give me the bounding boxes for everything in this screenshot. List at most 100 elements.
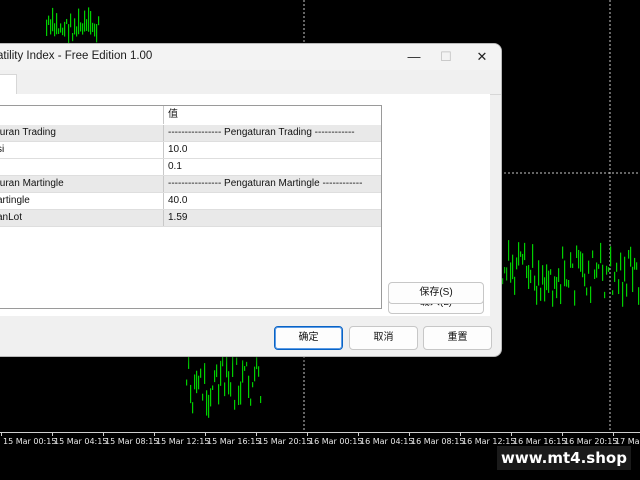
candle — [532, 244, 534, 268]
time-axis-label: 15 Mar 08:15 — [105, 437, 159, 446]
candle — [232, 355, 234, 377]
param-value[interactable]: 10.0 — [166, 142, 381, 158]
candle — [206, 390, 208, 416]
candle — [64, 21, 66, 37]
time-axis-label: 16 Mar 16:15 — [513, 437, 567, 446]
title-bar[interactable]: atility Index - Free Edition 1.00 — ☐ ✕ — [0, 44, 501, 70]
indicator-properties-dialog: atility Index - Free Edition 1.00 — ☐ ✕ … — [0, 43, 502, 357]
candle — [230, 382, 232, 397]
candle — [70, 13, 72, 28]
candle — [502, 278, 504, 285]
candle — [568, 279, 570, 288]
candle — [58, 28, 60, 34]
candle — [252, 382, 254, 388]
candle — [254, 366, 256, 382]
candle — [638, 287, 640, 305]
candle — [62, 27, 64, 36]
time-tick — [307, 432, 308, 436]
candle — [602, 264, 604, 281]
candle — [82, 23, 84, 35]
candle — [256, 357, 258, 370]
minimize-icon[interactable]: — — [399, 44, 429, 70]
param-value[interactable]: ---------------- Pengaturan Trading ----… — [166, 125, 381, 141]
candle — [60, 23, 62, 33]
candle — [608, 267, 610, 272]
param-name: si — [0, 142, 164, 158]
candle — [536, 285, 538, 305]
candle — [512, 254, 514, 280]
candle — [228, 371, 230, 395]
candle — [612, 290, 614, 295]
time-axis-label: 16 Mar 00:15 — [309, 437, 363, 446]
candle — [74, 18, 76, 35]
time-tick — [562, 432, 563, 436]
tab-strip — [0, 72, 501, 95]
time-tick — [52, 432, 53, 436]
candle — [622, 281, 624, 307]
candle — [560, 284, 562, 305]
candle — [210, 388, 212, 407]
candle — [616, 262, 618, 272]
time-tick — [256, 432, 257, 436]
candle — [592, 250, 594, 259]
close-icon[interactable]: ✕ — [467, 44, 497, 70]
param-name: artingle — [0, 193, 164, 209]
table-row[interactable]: si 10.0 — [0, 142, 381, 159]
param-value[interactable]: 40.0 — [166, 193, 381, 209]
save-button[interactable]: 保存(S) — [388, 282, 484, 304]
param-value[interactable]: 0.1 — [166, 159, 381, 175]
candle — [524, 242, 526, 261]
candle — [46, 19, 48, 36]
time-axis-label: 16 Mar 20:15 — [564, 437, 618, 446]
param-value[interactable]: 1.59 — [166, 210, 381, 226]
candle — [80, 22, 82, 32]
time-tick — [460, 432, 461, 436]
tab-inputs[interactable] — [0, 74, 17, 95]
candle — [584, 273, 586, 287]
table-row[interactable]: anLot 1.59 — [0, 210, 381, 227]
cancel-button[interactable]: 取消 — [349, 326, 418, 350]
candle — [96, 23, 98, 43]
candle — [544, 277, 546, 302]
param-value[interactable]: ---------------- Pengaturan Martingle --… — [166, 176, 381, 192]
table-row[interactable]: artingle 40.0 — [0, 193, 381, 210]
candle — [54, 23, 56, 37]
candle — [258, 366, 260, 377]
candle — [86, 19, 88, 31]
time-tick — [409, 432, 410, 436]
ok-button[interactable]: 确定 — [274, 326, 343, 350]
candle — [194, 374, 196, 390]
reset-button[interactable]: 重置 — [423, 326, 492, 350]
candle — [572, 263, 574, 268]
table-row[interactable]: turan Martingle ---------------- Pengatu… — [0, 176, 381, 193]
candle — [76, 26, 78, 37]
candle — [520, 251, 522, 257]
candle — [504, 266, 506, 274]
candle — [214, 370, 216, 383]
param-name — [0, 159, 164, 175]
time-axis-label: 16 Mar 12:15 — [462, 437, 516, 446]
candle — [534, 275, 536, 291]
candle — [220, 360, 222, 386]
time-axis-label: 16 Mar 04:15 — [360, 437, 414, 446]
candle — [260, 396, 262, 404]
candle — [56, 13, 58, 35]
candle — [620, 252, 622, 271]
candle — [578, 249, 580, 269]
candle — [514, 276, 516, 295]
param-name: turan Martingle — [0, 176, 164, 192]
candle — [600, 242, 602, 264]
candle — [606, 265, 608, 275]
candle — [528, 265, 530, 289]
candle — [626, 283, 628, 297]
table-row[interactable]: 0.1 — [0, 159, 381, 176]
candle — [216, 364, 218, 378]
time-axis-label: 15 Mar 12:15 — [156, 437, 210, 446]
table-row[interactable]: turan Trading ---------------- Pengatura… — [0, 125, 381, 142]
candle — [236, 357, 238, 365]
candle — [636, 262, 638, 270]
candle — [196, 370, 198, 394]
time-tick — [1, 432, 2, 436]
candle — [186, 379, 188, 386]
candle — [48, 15, 50, 25]
